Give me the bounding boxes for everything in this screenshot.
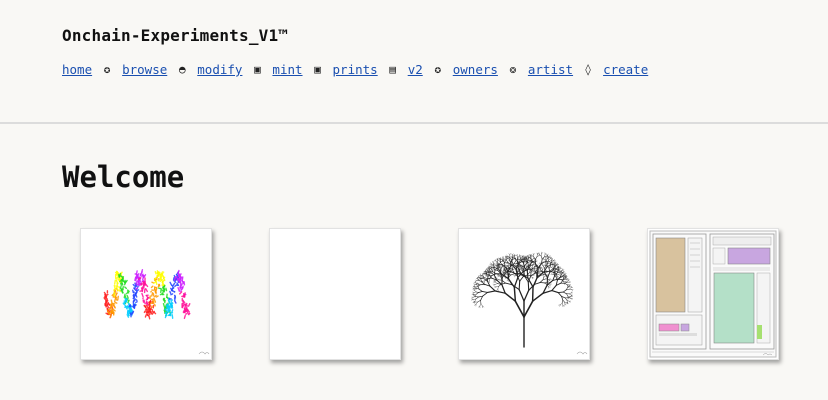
diamond-icon: ◊ <box>584 63 592 76</box>
artwork-card[interactable] <box>269 228 401 360</box>
site-title: Onchain-Experiments_V1™ <box>62 26 289 45</box>
nav-home[interactable]: home <box>62 62 92 77</box>
site-header: Onchain-Experiments_V1™ home ✪ browse ◓ … <box>0 0 828 124</box>
artwork-card[interactable] <box>458 228 590 360</box>
square-icon: ▣ <box>254 63 261 76</box>
main-nav: home ✪ browse ◓ modify ▣ mint ▣ prints ▤… <box>62 62 648 77</box>
artwork-card[interactable] <box>80 228 212 360</box>
nav-mint[interactable]: mint <box>272 62 302 77</box>
artwork-card[interactable] <box>647 228 779 360</box>
nav-prints[interactable]: prints <box>333 62 378 77</box>
flower-icon: ❂ <box>509 63 517 76</box>
nav-create[interactable]: create <box>603 62 648 77</box>
square-icon: ▣ <box>314 63 321 76</box>
star-icon: ✪ <box>434 63 442 76</box>
half-circle-icon: ◓ <box>178 63 186 76</box>
star-icon: ✪ <box>103 63 111 76</box>
nav-browse[interactable]: browse <box>122 62 167 77</box>
nav-v2[interactable]: v2 <box>408 62 423 77</box>
grid-icon: ▤ <box>389 63 396 76</box>
rainbow-wave-artwork <box>103 268 210 355</box>
nav-owners[interactable]: owners <box>453 62 498 77</box>
tree-artwork <box>471 251 588 355</box>
ui-layout-artwork <box>649 230 777 358</box>
blank-artwork <box>270 229 400 359</box>
nav-artist[interactable]: artist <box>528 62 573 77</box>
page-heading: Welcome <box>62 160 185 194</box>
nav-modify[interactable]: modify <box>197 62 242 77</box>
